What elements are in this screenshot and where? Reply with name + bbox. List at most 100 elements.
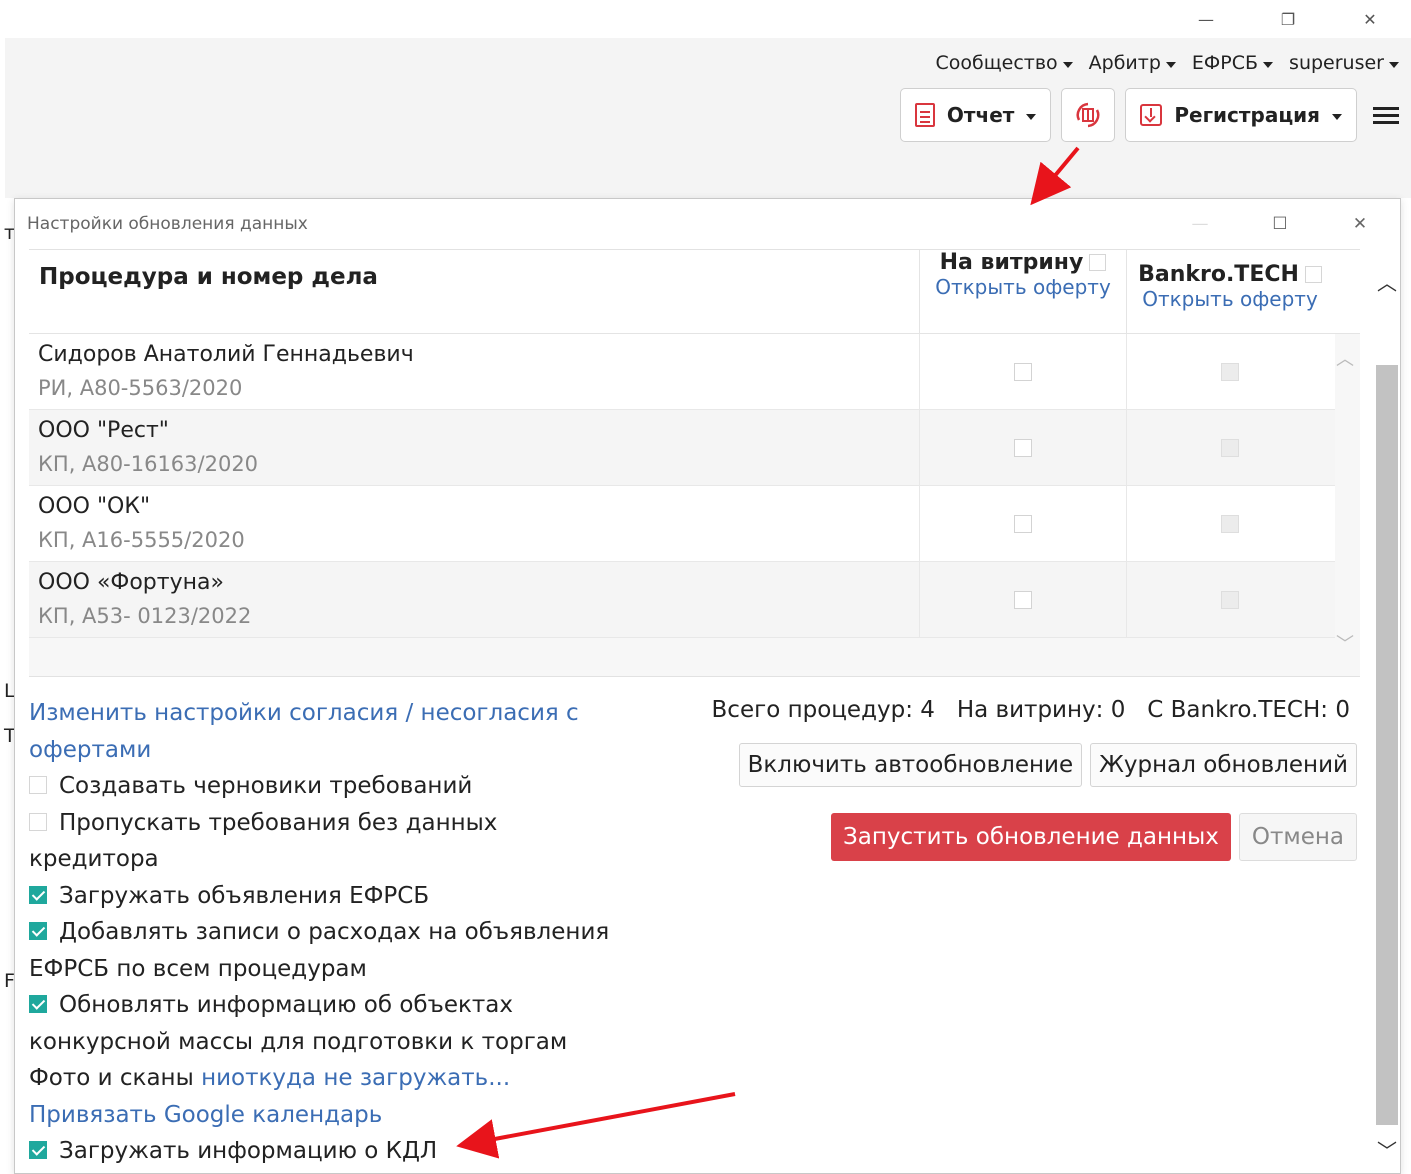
summary-counts: Всего процедур: 4 На витрину: 0 С Bankro… bbox=[712, 697, 1350, 723]
column-bankro-label: Bankro.TECH bbox=[1138, 262, 1299, 287]
showcase-checkbox[interactable] bbox=[1014, 363, 1032, 381]
toolbar: Отчет Регистрация bbox=[899, 88, 1399, 142]
enable-autoupdate-button[interactable]: Включить автообновление bbox=[738, 743, 1083, 787]
table-scroll-up-icon[interactable]: ︿ bbox=[1336, 345, 1354, 371]
column-showcase-label: На витрину bbox=[939, 250, 1084, 275]
dialog-scrollbar[interactable]: ︿ ﹀ bbox=[1374, 249, 1400, 1174]
create-drafts-option[interactable]: Создавать черновики требований bbox=[29, 768, 629, 805]
cancel-button[interactable]: Отмена bbox=[1238, 813, 1357, 861]
dialog-title: Настройки обновления данных bbox=[27, 214, 308, 234]
nav-arbitr[interactable]: Арбитр bbox=[1089, 52, 1176, 74]
sync-icon bbox=[1076, 102, 1100, 128]
run-update-button[interactable]: Запустить обновление данных bbox=[831, 813, 1231, 861]
add-expenses-label: Добавлять записи о расходах на объявлени… bbox=[29, 919, 610, 982]
window-restore-button[interactable]: ❐ bbox=[1247, 0, 1329, 38]
update-objects-option[interactable]: Обновлять информацию об объектах конкурс… bbox=[29, 987, 629, 1060]
showcase-cell bbox=[919, 486, 1126, 562]
scrollbar-thumb[interactable] bbox=[1376, 365, 1398, 1125]
dialog-window-controls: — ☐ ✕ bbox=[1160, 199, 1400, 249]
load-efrsb-option[interactable]: Загружать объявления ЕФРСБ bbox=[29, 878, 629, 915]
showcase-checkbox[interactable] bbox=[1014, 439, 1032, 457]
report-button-label: Отчет bbox=[946, 103, 1015, 127]
update-log-button[interactable]: Журнал обновлений bbox=[1090, 743, 1357, 787]
showcase-checkbox[interactable] bbox=[1014, 515, 1032, 533]
nav-community-label: Сообщество bbox=[935, 52, 1058, 74]
table-row[interactable]: ООО "Рест" КП, А80-16163/2020 bbox=[29, 410, 1335, 486]
total-label: Всего процедур: bbox=[711, 697, 913, 723]
top-navigation: Сообщество Арбитр ЕФРСБ superuser bbox=[936, 52, 1399, 74]
scroll-down-icon[interactable]: ﹀ bbox=[1374, 1135, 1400, 1164]
load-kdl-label: Загружать информацию о КДЛ bbox=[59, 1138, 438, 1164]
chevron-down-icon bbox=[1263, 61, 1274, 68]
sync-button[interactable] bbox=[1061, 88, 1116, 142]
create-drafts-checkbox[interactable] bbox=[29, 776, 47, 794]
skip-claims-checkbox[interactable] bbox=[29, 812, 47, 831]
background-text-fragment: L bbox=[4, 680, 15, 702]
table-scroll-down-icon[interactable]: ﹀ bbox=[1336, 630, 1354, 656]
procedure-name: ООО "ОК" bbox=[38, 494, 151, 519]
load-kdl-checkbox[interactable] bbox=[29, 1141, 47, 1159]
dialog-close-button[interactable]: ✕ bbox=[1320, 199, 1400, 249]
dialog-minimize-button[interactable]: — bbox=[1160, 199, 1240, 249]
total-value: 4 bbox=[920, 697, 935, 723]
window-minimize-button[interactable]: — bbox=[1165, 0, 1247, 38]
register-button[interactable]: Регистрация bbox=[1125, 88, 1357, 142]
procedure-case-number: КП, А80-16163/2020 bbox=[38, 452, 259, 476]
showcase-cell bbox=[919, 334, 1126, 410]
bankro-count-value: 0 bbox=[1335, 697, 1350, 723]
showcase-count-label: На витрину: bbox=[956, 697, 1104, 723]
bankro-checkbox[interactable] bbox=[1221, 439, 1239, 457]
dialog-maximize-button[interactable]: ☐ bbox=[1240, 199, 1320, 249]
open-offer-link-showcase[interactable]: Открыть оферту bbox=[935, 275, 1111, 299]
add-expenses-checkbox[interactable] bbox=[29, 922, 47, 940]
showcase-checkbox[interactable] bbox=[1014, 591, 1032, 609]
bankro-cell bbox=[1126, 334, 1333, 410]
window-close-button[interactable]: ✕ bbox=[1329, 0, 1411, 38]
update-objects-label: Обновлять информацию об объектах конкурс… bbox=[29, 992, 568, 1055]
table-row[interactable]: ООО "ОК" КП, А16-5555/2020 bbox=[29, 486, 1335, 562]
skip-claims-option[interactable]: Пропускать требования без данных кредито… bbox=[29, 805, 629, 878]
table-row[interactable]: Сидоров Анатолий Геннадьевич РИ, А80-556… bbox=[29, 334, 1335, 410]
chevron-down-icon bbox=[1062, 61, 1073, 68]
create-drafts-label: Создавать черновики требований bbox=[59, 773, 473, 799]
bankro-checkbox[interactable] bbox=[1221, 515, 1239, 533]
nav-efrsb-label: ЕФРСБ bbox=[1191, 52, 1259, 74]
load-efrsb-checkbox[interactable] bbox=[29, 885, 47, 904]
chevron-down-icon bbox=[1332, 113, 1342, 120]
menu-icon[interactable] bbox=[1373, 103, 1399, 128]
photos-setting: Фото и сканы ниоткуда не загружать... bbox=[29, 1060, 629, 1097]
photos-source-link[interactable]: ниоткуда не загружать... bbox=[201, 1065, 510, 1091]
procedure-case-number: КП, А16-5555/2020 bbox=[38, 528, 245, 552]
procedure-case-number: РИ, А80-5563/2020 bbox=[38, 376, 243, 400]
open-offer-link-bankro[interactable]: Открыть оферту bbox=[1142, 287, 1318, 311]
change-consent-link[interactable]: Изменить настройки согласия / несогласия… bbox=[29, 695, 629, 768]
bankro-checkbox[interactable] bbox=[1221, 363, 1239, 381]
procedure-name: ООО «Фортуна» bbox=[38, 570, 224, 595]
procedure-name: ООО "Рест" bbox=[38, 418, 169, 443]
nav-user[interactable]: superuser bbox=[1289, 52, 1399, 74]
skip-claims-label: Пропускать требования без данных кредито… bbox=[29, 809, 498, 873]
dialog-titlebar: Настройки обновления данных — ☐ ✕ bbox=[15, 199, 1400, 249]
add-expenses-option[interactable]: Добавлять записи о расходах на объявлени… bbox=[29, 914, 629, 987]
chevron-down-icon bbox=[1165, 61, 1176, 68]
nav-community[interactable]: Сообщество bbox=[936, 52, 1073, 74]
google-calendar-link[interactable]: Привязать Google календарь bbox=[29, 1097, 629, 1134]
primary-actions: Запустить обновление данных Отмена bbox=[831, 813, 1357, 861]
download-icon bbox=[1140, 104, 1163, 126]
nav-efrsb[interactable]: ЕФРСБ bbox=[1191, 52, 1274, 74]
report-button[interactable]: Отчет bbox=[899, 88, 1052, 142]
load-kdl-option[interactable]: Загружать информацию о КДЛ bbox=[29, 1133, 629, 1170]
update-objects-checkbox[interactable] bbox=[29, 995, 47, 1013]
showcase-count-value: 0 bbox=[1110, 697, 1126, 723]
load-efrsb-label: Загружать объявления ЕФРСБ bbox=[59, 882, 430, 909]
bankro-cell bbox=[1126, 486, 1333, 562]
update-settings-dialog: Настройки обновления данных — ☐ ✕ Процед… bbox=[14, 198, 1401, 1174]
procedures-table: Процедура и номер дела На витрину Открыт… bbox=[29, 249, 1360, 677]
column-header-procedure: Процедура и номер дела bbox=[39, 264, 378, 290]
select-all-bankro-checkbox[interactable] bbox=[1304, 266, 1322, 283]
photos-label: Фото и сканы bbox=[29, 1065, 194, 1091]
select-all-showcase-checkbox[interactable] bbox=[1089, 254, 1107, 271]
bankro-checkbox[interactable] bbox=[1221, 591, 1239, 609]
scroll-up-icon[interactable]: ︿ bbox=[1374, 267, 1400, 296]
table-row[interactable]: ООО «Фортуна» КП, А53- 0123/2022 bbox=[29, 562, 1335, 638]
